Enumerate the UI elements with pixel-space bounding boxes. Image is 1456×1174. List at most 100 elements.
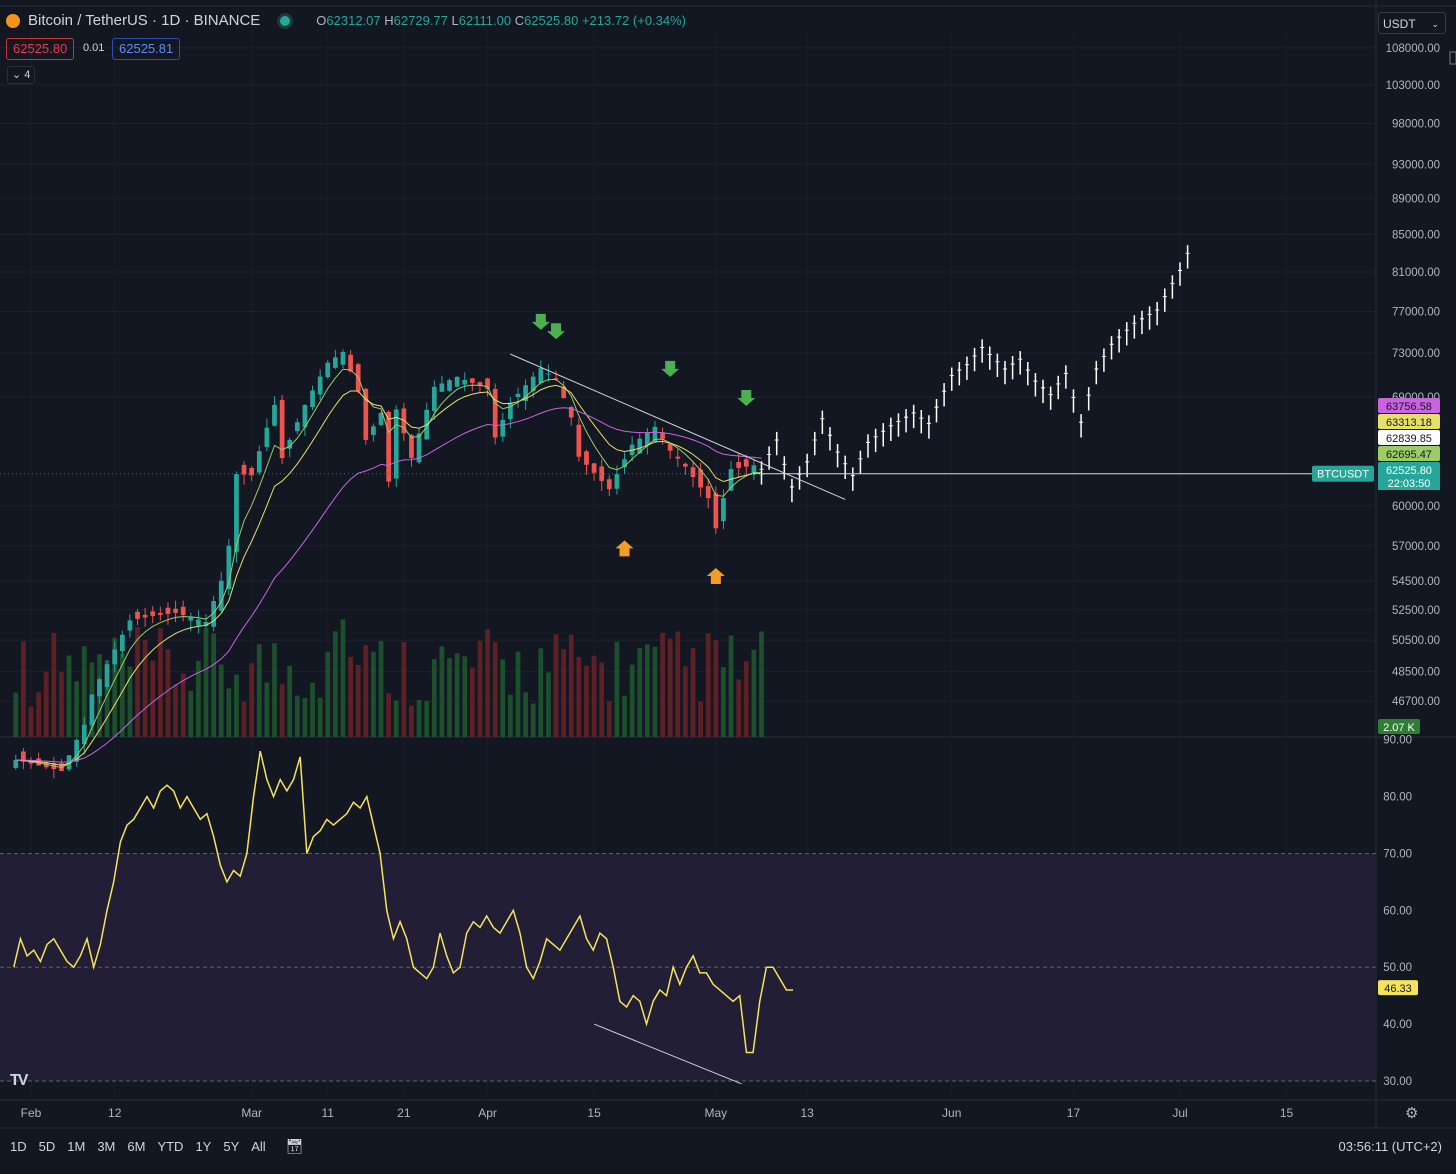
volume-bar [553,634,559,737]
candle-body [584,451,589,465]
candle-body [721,498,726,522]
volume-bar [13,692,19,737]
volume-bar [371,651,376,737]
candle-body [256,451,262,473]
volume-bar [241,701,247,737]
price-tick-label: 57000.00 [1392,541,1440,553]
candle-body [340,351,346,365]
candle-body [264,427,270,448]
volume-bar [59,672,64,737]
volume-bar [759,631,764,737]
range-1m[interactable]: 1M [67,1139,85,1154]
rsi-value: 46.33 [1384,983,1412,995]
volume-bar [256,644,262,737]
clock[interactable]: 03:56:11 (UTC+2) [1339,1139,1442,1154]
volume-bar [272,643,277,737]
currency-select[interactable]: USDT ⌄ [1378,12,1446,34]
volume-bar [188,690,194,737]
volume-bar [561,649,567,737]
volume-bar [401,642,407,737]
indicators-toggle[interactable]: ⌄ 4 [7,66,36,84]
symbol-title[interactable]: Bitcoin / TetherUS · 1D · BINANCE [28,12,260,29]
volume-bar [249,663,255,737]
gear-icon[interactable]: ⚙ [1405,1104,1418,1122]
volume-bar [705,633,711,737]
chart-canvas[interactable]: 108000.00 103000.00 98000.00 93000.00 89000.… [0,0,1456,1174]
candle-body [705,486,711,499]
time-tick-label: 11 [322,1106,335,1120]
volume-bar [363,644,369,737]
volume-bar [614,641,620,737]
volume-bar [218,664,224,737]
candle-body [469,378,475,383]
volume-bar [28,706,34,737]
indicators-count: 4 [24,69,31,81]
time-tick-label: 13 [800,1106,814,1120]
candle-body [310,390,315,408]
price-tick-label: 81000.00 [1392,267,1440,279]
candle-body [371,426,376,436]
candle-body [409,435,414,459]
range-3m[interactable]: 3M [97,1139,115,1154]
range-5d[interactable]: 5D [39,1139,56,1154]
price-label: 63313.18 [1386,417,1432,429]
range-5y[interactable]: 5Y [223,1139,239,1154]
volume-bar [721,667,726,737]
volume-bar [675,631,681,737]
buy-button[interactable]: 62525.81 [112,38,181,60]
candle-body [439,383,445,392]
volume-bar [698,701,703,737]
candle-body [606,479,612,490]
rsi-tick-label: 40.00 [1383,1019,1412,1031]
candle-body [546,373,551,375]
volume-bar [74,681,80,737]
volume-bar [728,635,734,737]
range-1d[interactable]: 1D [10,1139,27,1154]
series-tag: BTCUSDT [1317,469,1369,481]
candle-body [508,402,513,420]
time-tick-label: 15 [1280,1106,1294,1120]
price-tick-label: 52500.00 [1392,605,1440,617]
calendar-icon[interactable]: 📅︎ [286,1138,304,1155]
range-6m[interactable]: 6M [127,1139,145,1154]
volume-bar [508,694,513,737]
volume-bar [629,664,635,737]
volume-bar [660,632,665,737]
rsi-tick-label: 80.00 [1383,792,1412,804]
alert-marker [1449,51,1456,65]
volume-bar [287,665,293,737]
candle-body [317,376,323,395]
candle-body [135,611,140,619]
candle-body [196,619,201,626]
volume-bar [652,646,658,737]
volume-bar [226,688,232,737]
range-1y[interactable]: 1Y [195,1139,211,1154]
time-tick-label: 21 [397,1106,411,1120]
volume-bar [36,692,41,737]
tradingview-logo-icon[interactable]: TV [10,1072,29,1090]
range-ytd[interactable]: YTD [157,1139,183,1154]
volume-bar [393,700,399,737]
time-tick-label: Feb [21,1106,42,1120]
candle-body [743,459,749,467]
candle-body [119,634,125,652]
price-label: 62695.47 [1386,449,1432,461]
candle-body [431,386,437,412]
volume-bar [51,632,57,737]
volume-bar [294,695,300,737]
volume-bar [538,648,544,737]
volume-bar [333,631,338,737]
candle-body [348,354,353,372]
volume-bar [599,662,605,737]
candle-body [294,422,300,432]
time-tick-label: May [704,1106,727,1120]
candle-body [683,463,688,467]
symbol-header: Bitcoin / TetherUS · 1D · BINANCE O62312… [6,12,686,29]
candle-body [690,467,696,477]
sell-button[interactable]: 62525.80 [6,38,75,60]
range-all[interactable]: All [251,1139,265,1154]
rsi-tick-label: 50.00 [1383,962,1412,974]
price-tick-label: 93000.00 [1392,159,1440,171]
rsi-tick-label: 70.00 [1383,848,1412,860]
candle-body [675,456,681,459]
